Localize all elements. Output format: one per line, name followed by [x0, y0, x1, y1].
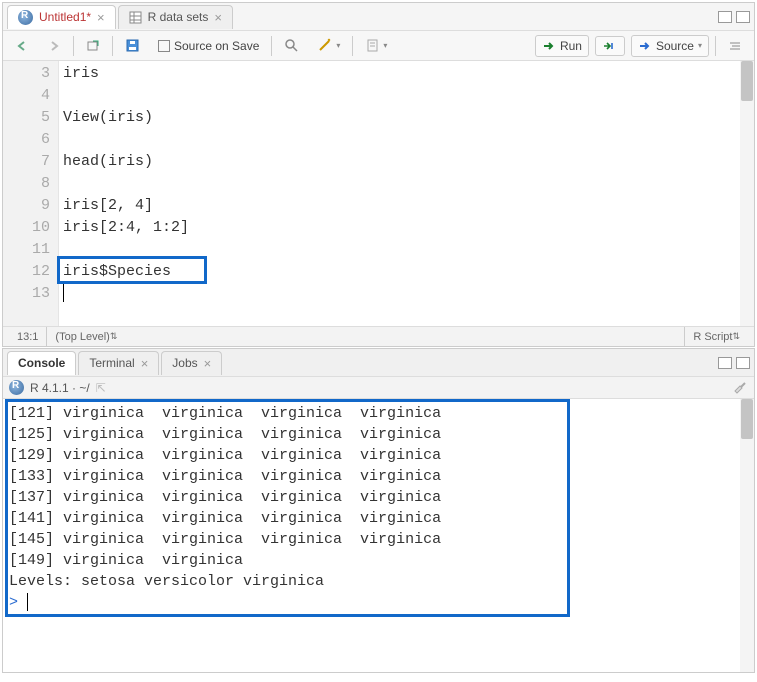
code-line[interactable]: head(iris)	[63, 151, 750, 173]
run-label: Run	[560, 39, 582, 53]
console-header: R 4.1.1 · ~/ ⇱	[3, 377, 754, 399]
source-button[interactable]: Source ▾	[631, 35, 709, 57]
scrollbar-thumb[interactable]	[741, 61, 753, 101]
run-icon	[542, 40, 556, 52]
line-gutter: 3 4 5 6 7 8 9 10 11 12 13	[3, 61, 59, 326]
clear-console-button[interactable]	[732, 381, 748, 395]
save-button[interactable]	[119, 35, 146, 56]
find-button[interactable]	[278, 35, 305, 56]
table-icon	[129, 11, 142, 24]
source-on-save-toggle[interactable]: Source on Save	[152, 36, 265, 56]
editor-toolbar: Source on Save ▾ ▾ Run Source ▾	[3, 31, 754, 61]
show-in-new-window-button[interactable]	[80, 36, 106, 56]
tab-label: Jobs	[172, 356, 197, 370]
code-line[interactable]: iris[2:4, 1:2]	[63, 217, 750, 239]
console-line: [145] virginica virginica virginica virg…	[9, 529, 748, 550]
close-icon[interactable]: ×	[204, 357, 212, 370]
tab-label: Untitled1*	[39, 10, 91, 24]
code-line[interactable]: View(iris)	[63, 107, 750, 129]
console-scrollbar[interactable]	[740, 399, 754, 672]
editor-tabstrip: Untitled1* × R data sets ×	[3, 3, 754, 31]
language-selector[interactable]: R Script ⇅	[684, 327, 748, 346]
scrollbar-thumb[interactable]	[741, 399, 753, 439]
checkbox-icon	[158, 40, 170, 52]
tab-label: R data sets	[148, 10, 209, 24]
tab-label: Console	[18, 356, 65, 370]
source-pane: Untitled1* × R data sets × Source on Sav…	[2, 2, 755, 347]
console-line: [137] virginica virginica virginica virg…	[9, 487, 748, 508]
code-editor[interactable]: 3 4 5 6 7 8 9 10 11 12 13 iris View(iris…	[3, 61, 754, 326]
minimize-pane-button[interactable]	[718, 11, 732, 23]
window-controls	[718, 11, 750, 23]
maximize-pane-button[interactable]	[736, 11, 750, 23]
notebook-button[interactable]: ▾	[359, 35, 393, 56]
console-line: Levels: setosa versicolor virginica	[9, 571, 748, 592]
code-line[interactable]: iris[2, 4]	[63, 195, 750, 217]
console-output[interactable]: [121] virginica virginica virginica virg…	[3, 399, 754, 672]
code-line[interactable]: iris	[63, 63, 750, 85]
close-icon[interactable]: ×	[141, 357, 149, 370]
console-prompt[interactable]: >	[9, 592, 748, 613]
minimize-pane-button[interactable]	[718, 357, 732, 369]
outline-button[interactable]	[722, 37, 748, 55]
code-line[interactable]	[63, 173, 750, 195]
tab-terminal[interactable]: Terminal ×	[78, 351, 159, 375]
close-icon[interactable]: ×	[97, 11, 105, 24]
source-on-save-label: Source on Save	[174, 39, 259, 53]
editor-statusbar: 13:1 (Top Level) ⇅ R Script ⇅	[3, 326, 754, 346]
tab-label: Terminal	[89, 356, 134, 370]
source-icon	[638, 40, 652, 52]
console-line: [121] virginica virginica virginica virg…	[9, 403, 748, 424]
rerun-button[interactable]	[595, 36, 625, 56]
console-tabstrip: Console Terminal × Jobs ×	[3, 349, 754, 377]
console-line: [125] virginica virginica virginica virg…	[9, 424, 748, 445]
wand-button[interactable]: ▾	[311, 35, 346, 56]
editor-scrollbar[interactable]	[740, 61, 754, 326]
tab-console[interactable]: Console	[7, 351, 76, 375]
console-line: [141] virginica virginica virginica virg…	[9, 508, 748, 529]
back-button[interactable]	[9, 36, 35, 56]
code-area[interactable]: iris View(iris) head(iris) iris[2, 4] ir…	[59, 61, 754, 326]
tab-rdatasets[interactable]: R data sets ×	[118, 5, 233, 29]
code-line[interactable]: iris$Species	[63, 261, 750, 283]
r-logo-icon	[9, 380, 24, 395]
r-version-text: R 4.1.1 · ~/	[30, 381, 90, 395]
cursor-position: 13:1	[9, 327, 46, 346]
console-pane: Console Terminal × Jobs × R 4.1.1 · ~/ ⇱…	[2, 348, 755, 673]
console-line: [133] virginica virginica virginica virg…	[9, 466, 748, 487]
console-line: [149] virginica virginica	[9, 550, 748, 571]
popout-icon[interactable]: ⇱	[96, 381, 106, 395]
source-label: Source	[656, 39, 694, 53]
forward-button[interactable]	[41, 36, 67, 56]
console-line: [129] virginica virginica virginica virg…	[9, 445, 748, 466]
code-line[interactable]	[63, 129, 750, 151]
maximize-pane-button[interactable]	[736, 357, 750, 369]
close-icon[interactable]: ×	[214, 11, 222, 24]
code-line[interactable]	[63, 239, 750, 261]
tab-untitled1[interactable]: Untitled1* ×	[7, 5, 116, 29]
window-controls	[718, 357, 750, 369]
scope-selector[interactable]: (Top Level) ⇅	[46, 327, 125, 346]
code-line[interactable]	[63, 283, 750, 305]
r-file-icon	[18, 10, 33, 25]
code-line[interactable]	[63, 85, 750, 107]
run-button[interactable]: Run	[535, 35, 589, 57]
tab-jobs[interactable]: Jobs ×	[161, 351, 222, 375]
